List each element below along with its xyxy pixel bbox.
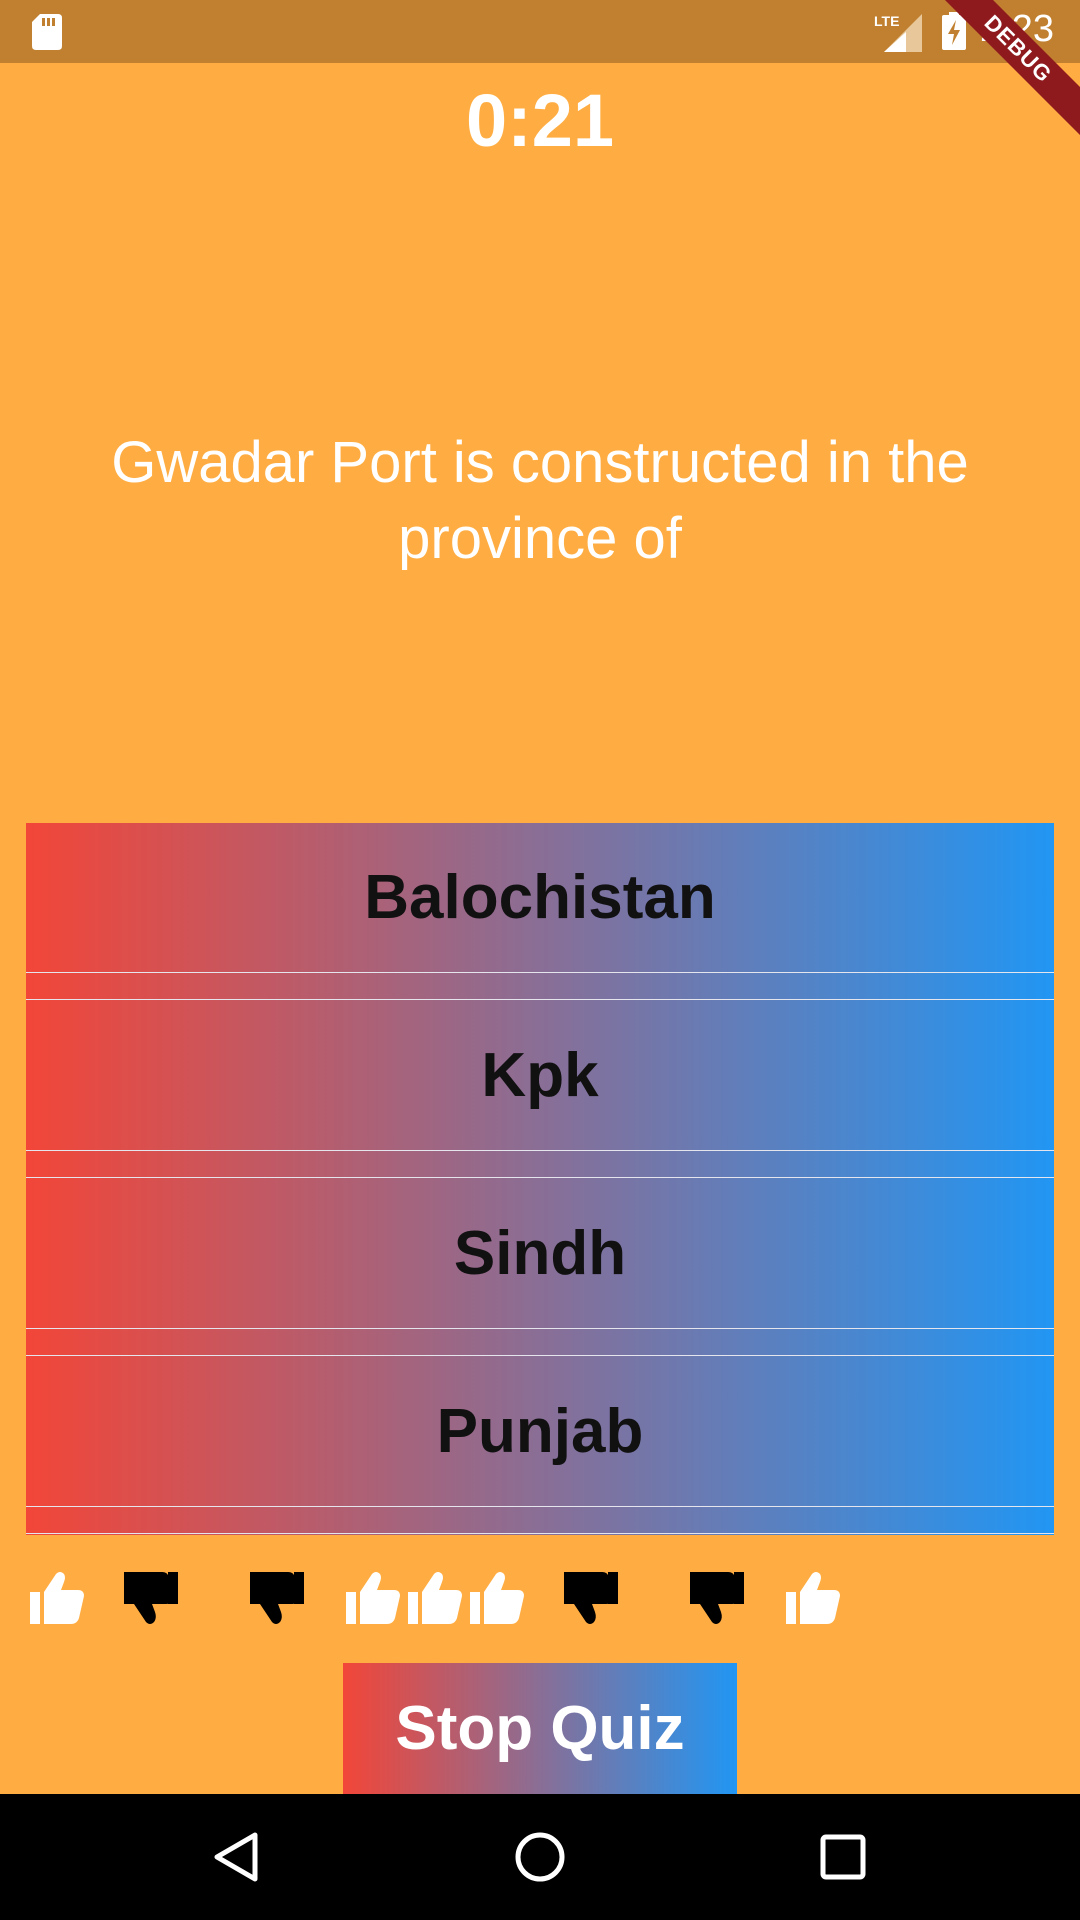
thumbs-up-icon [786,1572,840,1624]
answer-button-3[interactable]: Sindh [26,1179,1054,1329]
answer-divider [26,1507,1054,1534]
question-text: Gwadar Port is constructed in the provin… [111,430,969,571]
lte-signal-icon: LTE [874,13,922,52]
thumbs-up-icon [470,1572,524,1624]
answer-label: Sindh [453,1219,627,1288]
answer-label: Balochistan [364,863,716,932]
status-bar: LTE 2:23 [0,0,1080,63]
thumbs-up-icon [408,1572,462,1624]
back-icon[interactable] [207,1827,267,1887]
answer-option-4[interactable]: Punjab [26,1357,1054,1535]
navigation-bar [0,1794,1080,1920]
answer-divider [26,973,1054,1000]
answer-button-1[interactable]: Balochistan [26,823,1054,973]
answer-list: Balochistan Kpk Sindh Punjab [26,823,1054,1535]
answer-option-3[interactable]: Sindh [26,1179,1054,1357]
sd-card-icon [32,14,62,50]
stop-quiz-button[interactable]: Stop Quiz [343,1663,737,1794]
answer-divider [26,1329,1054,1356]
home-icon[interactable] [510,1827,570,1887]
thumbs-down-icon [690,1572,744,1624]
answer-button-2[interactable]: Kpk [26,1001,1054,1151]
answer-option-2[interactable]: Kpk [26,1001,1054,1179]
thumbs-up-icon [30,1572,84,1624]
answer-label: Punjab [436,1397,644,1466]
answer-label: Kpk [481,1041,599,1110]
thumbs-down-icon [124,1572,178,1624]
svg-text:LTE: LTE [874,13,899,29]
answer-divider [26,1151,1054,1178]
score-keeper [26,1568,1056,1628]
answer-button-4[interactable]: Punjab [26,1357,1054,1507]
recents-icon[interactable] [813,1827,873,1887]
thumbs-down-icon [564,1572,618,1624]
thumbs-down-icon [250,1572,304,1624]
answer-option-1[interactable]: Balochistan [26,823,1054,1001]
thumbs-up-icon [346,1572,400,1624]
quiz-timer: 0:21 [465,79,615,162]
